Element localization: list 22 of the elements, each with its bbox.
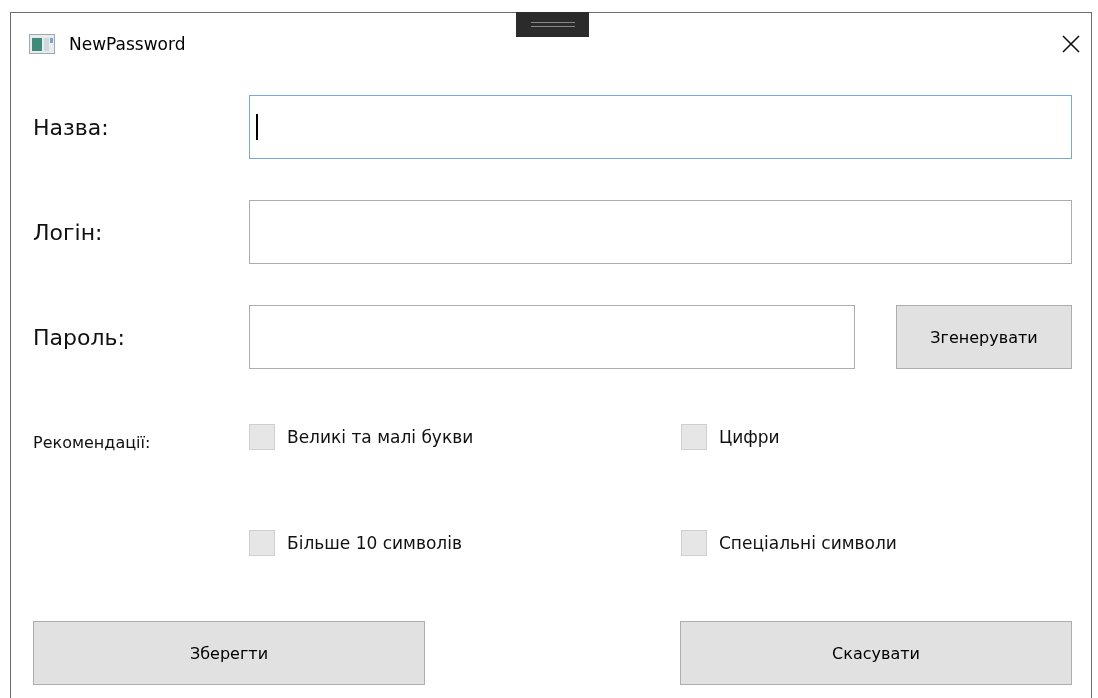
window-title: NewPassword	[69, 34, 186, 54]
recommendations-label: Рекомендації:	[33, 432, 152, 454]
field-label: Назва:	[33, 114, 110, 140]
field-label: Логін:	[33, 219, 104, 245]
save-button[interactable]: Зберегти	[33, 621, 425, 685]
checkbox-label: Цифри	[719, 427, 780, 447]
app-icon	[29, 34, 55, 54]
generate-button[interactable]: Згенерувати	[896, 305, 1072, 369]
checkbox-label: Великі та малі букви	[287, 427, 474, 447]
close-icon[interactable]	[1061, 34, 1081, 54]
input-field[interactable]	[249, 305, 855, 369]
input-field[interactable]	[249, 95, 1072, 159]
checkbox[interactable]	[681, 530, 707, 556]
checkbox[interactable]	[249, 424, 275, 450]
snap-handle[interactable]	[516, 12, 589, 37]
checkbox-label: Спеціальні символи	[719, 533, 897, 553]
input-field[interactable]	[249, 200, 1072, 264]
field-label: Пароль:	[33, 324, 126, 350]
cancel-button[interactable]: Скасувати	[680, 621, 1072, 685]
checkbox[interactable]	[681, 424, 707, 450]
checkbox-label: Більше 10 символів	[287, 533, 462, 553]
checkbox[interactable]	[249, 530, 275, 556]
